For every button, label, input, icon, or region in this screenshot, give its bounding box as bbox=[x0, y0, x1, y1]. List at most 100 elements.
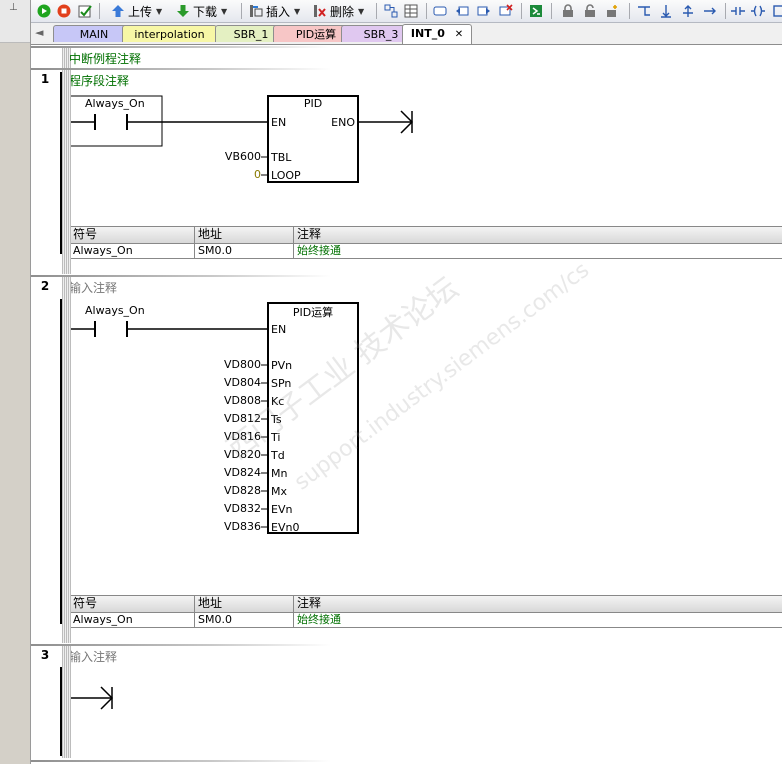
cell-comment: 始终接通 bbox=[297, 244, 341, 257]
coil-button[interactable] bbox=[751, 3, 765, 19]
network-comment[interactable]: 输入注释 bbox=[69, 279, 117, 296]
toolbar-separator bbox=[241, 3, 242, 19]
tab-int-0[interactable]: INT_0 ✕ bbox=[402, 24, 472, 44]
upload-button[interactable]: 上传 ▼ bbox=[111, 3, 162, 19]
pin-evn0: EVn0 bbox=[271, 521, 300, 534]
operand-vd828[interactable]: VD828 bbox=[224, 484, 261, 497]
pin-ti: Ti bbox=[271, 431, 281, 444]
operand-vd800[interactable]: VD800 bbox=[224, 358, 261, 371]
box-button[interactable] bbox=[771, 3, 782, 19]
close-icon[interactable]: ✕ bbox=[455, 29, 463, 40]
next-bookmark-button[interactable] bbox=[477, 3, 491, 19]
chevron-down-icon[interactable]: ▼ bbox=[294, 7, 300, 16]
pin-eno: ENO bbox=[331, 116, 355, 129]
stop-button[interactable] bbox=[57, 3, 71, 19]
tab-interpolation[interactable]: interpolation bbox=[122, 25, 217, 42]
line-down-icon bbox=[661, 5, 671, 18]
pin-en: EN bbox=[271, 116, 287, 129]
operand-vd832[interactable]: VD832 bbox=[224, 502, 261, 515]
cell-symbol: Always_On bbox=[69, 244, 195, 258]
operand-vd836[interactable]: VD836 bbox=[224, 520, 261, 533]
network-comment[interactable]: 输入注释 bbox=[69, 648, 117, 665]
chevron-down-icon[interactable]: ▼ bbox=[156, 7, 162, 16]
bookmark-button[interactable] bbox=[433, 3, 447, 19]
arrow-right-icon bbox=[477, 6, 490, 16]
pin-loop: LOOP bbox=[271, 169, 301, 182]
coil-icon bbox=[751, 5, 765, 17]
remove-bookmark-icon bbox=[499, 4, 513, 16]
table-row[interactable]: Always_On SM0.0 始终接通 bbox=[69, 613, 782, 628]
table-row[interactable]: Always_On SM0.0 始终接通 bbox=[69, 244, 782, 259]
operand-vd816[interactable]: VD816 bbox=[224, 430, 261, 443]
pou-comment[interactable]: 中断例程注释 bbox=[69, 50, 141, 67]
branch-button[interactable] bbox=[637, 3, 651, 19]
remove-bookmark-button[interactable] bbox=[499, 3, 513, 19]
delete-icon bbox=[314, 5, 326, 17]
pid-block[interactable]: PID EN ENO TBL LOOP bbox=[267, 95, 359, 183]
line-right-button[interactable] bbox=[703, 3, 717, 19]
network-separator bbox=[31, 68, 331, 70]
chevron-down-icon[interactable]: ▼ bbox=[358, 7, 364, 16]
insert-icon bbox=[250, 5, 263, 17]
symbol-table-button[interactable] bbox=[404, 3, 418, 19]
contact-label[interactable]: Always_On bbox=[85, 304, 145, 317]
contact-button[interactable] bbox=[731, 3, 745, 19]
download-label: 下载 bbox=[193, 4, 218, 19]
pou-tab-bar: ◄ MAIN interpolation SBR_1 PID运算 SBR_3 I… bbox=[31, 23, 782, 45]
download-button[interactable]: 下载 ▼ bbox=[176, 3, 227, 19]
unlock-icon bbox=[585, 4, 595, 17]
contact-label[interactable]: Always_On bbox=[85, 97, 145, 110]
upload-icon bbox=[112, 5, 124, 17]
toolbar-separator bbox=[629, 3, 630, 19]
chevron-down-icon[interactable]: ▼ bbox=[221, 7, 227, 16]
lock-add-icon bbox=[607, 5, 617, 17]
operand-vd804[interactable]: VD804 bbox=[224, 376, 261, 389]
toolbar-separator bbox=[521, 3, 522, 19]
symbol-table: 符号 地址 注释 Always_On SM0.0 始终接通 bbox=[69, 226, 782, 259]
operand-vb600[interactable]: VB600 bbox=[225, 150, 261, 163]
header-symbol: 符号 bbox=[69, 227, 195, 243]
run-icon bbox=[37, 4, 51, 18]
left-dock-panel: ⊥ bbox=[0, 0, 31, 764]
symbol-table-header: 符号 地址 注释 bbox=[69, 226, 782, 244]
network-icon bbox=[384, 4, 398, 18]
operand-vd808[interactable]: VD808 bbox=[224, 394, 261, 407]
compile-button[interactable] bbox=[78, 3, 92, 19]
pin-icon[interactable]: ⊥ bbox=[9, 2, 18, 13]
line-down-button[interactable] bbox=[659, 3, 673, 19]
unlock-button[interactable] bbox=[583, 3, 597, 19]
line-up-button[interactable] bbox=[681, 3, 695, 19]
branch-icon bbox=[638, 6, 650, 16]
cell-symbol: Always_On bbox=[69, 613, 195, 627]
pin-kc: Kc bbox=[271, 395, 285, 408]
header-comment: 注释 bbox=[297, 227, 322, 241]
hatch-strip bbox=[62, 646, 71, 758]
overlay-button[interactable] bbox=[529, 3, 543, 19]
pid-calc-block[interactable]: PID运算 EN PVn SPn Kc Ts Ti Td Mn Mx EVn E… bbox=[267, 302, 359, 534]
prev-bookmark-button[interactable] bbox=[455, 3, 469, 19]
operand-vd820[interactable]: VD820 bbox=[224, 448, 261, 461]
network-comment[interactable]: 程序段注释 bbox=[69, 72, 129, 89]
header-address: 地址 bbox=[195, 596, 294, 612]
insert-button[interactable]: 插入 ▼ bbox=[249, 3, 300, 19]
toolbar-separator bbox=[725, 3, 726, 19]
network-separator bbox=[31, 644, 331, 646]
network-number: 3 bbox=[40, 648, 50, 662]
lock-add-button[interactable] bbox=[605, 3, 619, 19]
delete-button[interactable]: 删除 ▼ bbox=[313, 3, 364, 19]
operand-vd812[interactable]: VD812 bbox=[224, 412, 261, 425]
pin-spn: SPn bbox=[271, 377, 292, 390]
ladder-editor[interactable]: 中断例程注释 1 程序段注释 Always_On PID EN ENO TBL … bbox=[31, 44, 782, 764]
cell-address: SM0.0 bbox=[195, 613, 294, 627]
network-button[interactable] bbox=[384, 3, 398, 19]
operand-vd824[interactable]: VD824 bbox=[224, 466, 261, 479]
tab-label: SBR_1 bbox=[233, 28, 269, 41]
pin-en: EN bbox=[271, 323, 287, 336]
lock-button[interactable] bbox=[561, 3, 575, 19]
network-number: 2 bbox=[40, 279, 50, 293]
symbol-table-header: 符号 地址 注释 bbox=[69, 595, 782, 613]
tab-scroll-left-icon[interactable]: ◄ bbox=[35, 26, 43, 39]
delete-label: 删除 bbox=[330, 4, 355, 19]
run-button[interactable] bbox=[37, 3, 51, 19]
operand-loop[interactable]: 0 bbox=[254, 168, 261, 181]
